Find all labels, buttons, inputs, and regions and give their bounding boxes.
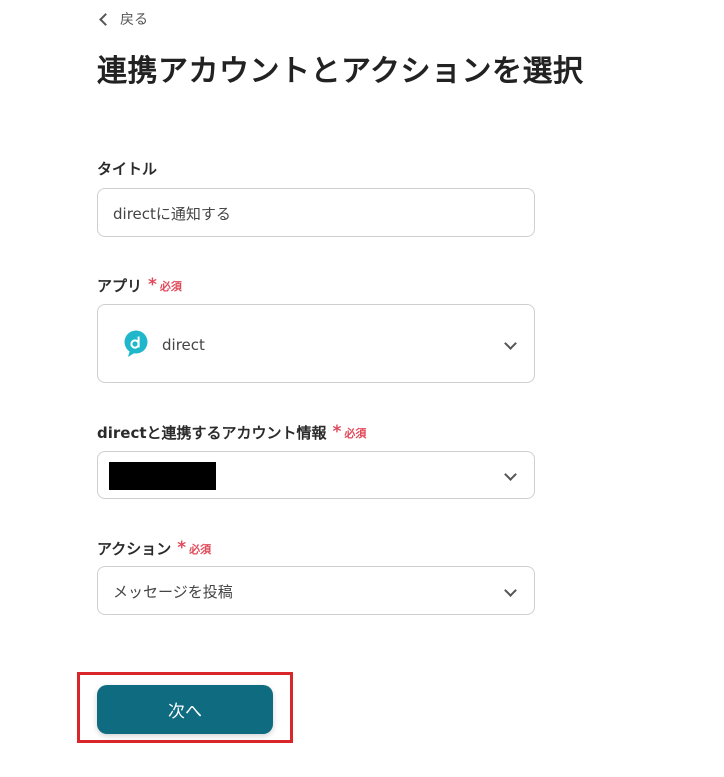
action-label-text: アクション xyxy=(97,540,172,558)
required-badge: * 必須 xyxy=(177,538,212,558)
app-select-value: direct xyxy=(162,336,205,354)
app-select[interactable]: direct xyxy=(97,304,535,383)
chevron-down-icon xyxy=(504,468,517,481)
next-button[interactable]: 次へ xyxy=(97,685,273,734)
account-label-text: directと連携するアカウント情報 xyxy=(97,424,327,442)
page-title: 連携アカウントとアクションを選択 xyxy=(97,54,584,89)
direct-app-icon xyxy=(124,330,148,362)
required-badge: * 必須 xyxy=(148,275,182,295)
action-select[interactable]: メッセージを投稿 xyxy=(97,566,535,615)
back-link[interactable]: 戻る xyxy=(99,9,148,29)
action-field-label: アクション * 必須 xyxy=(97,538,211,559)
action-select-value: メッセージを投稿 xyxy=(113,583,233,601)
account-select[interactable] xyxy=(97,451,535,499)
back-label: 戻る xyxy=(120,12,148,28)
required-badge: * 必須 xyxy=(332,422,367,442)
app-label-text: アプリ xyxy=(97,277,143,295)
redacted-account-value xyxy=(109,462,216,490)
chevron-down-icon xyxy=(504,584,517,597)
title-input-value: directに通知する xyxy=(113,205,231,223)
account-field-label: directと連携するアカウント情報 * 必須 xyxy=(97,422,366,443)
chevron-left-icon xyxy=(99,12,112,26)
title-label-text: タイトル xyxy=(97,160,158,178)
app-field-label: アプリ * 必須 xyxy=(97,275,182,296)
title-field-label: タイトル xyxy=(97,158,157,179)
title-input[interactable]: directに通知する xyxy=(97,188,535,237)
chevron-down-icon xyxy=(504,337,517,350)
